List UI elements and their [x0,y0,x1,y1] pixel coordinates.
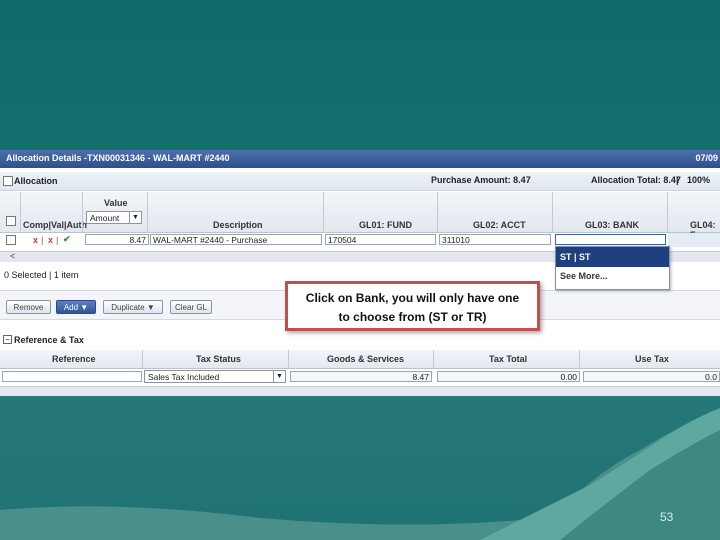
collapse-icon[interactable]: − [3,335,12,344]
bank-dropdown[interactable]: ST | ST See More... [555,246,670,290]
row-checkbox[interactable] [6,235,16,245]
col-goods-services[interactable]: Goods & Services [327,354,404,364]
use-tax-value: 0.0 [583,371,720,382]
gl03-input[interactable] [555,234,666,245]
slide-number: 53 [660,510,674,524]
window-titlebar: Allocation Details -TXN00031346 - WAL-MA… [0,150,720,168]
bank-option-st[interactable]: ST | ST [556,247,669,267]
col-gl03-bank[interactable]: GL03: BANK [585,220,639,230]
col-value[interactable]: Value [104,198,128,208]
col-description[interactable]: Description [213,220,263,230]
chevron-down-icon: ▼ [273,371,285,382]
value-type-select[interactable]: Amount ▼ [86,211,142,224]
tax-total-value: 0.00 [437,371,580,382]
scroll-left-icon[interactable]: < [10,251,15,261]
col-use-tax[interactable]: Use Tax [635,354,669,364]
col-gl02-acct[interactable]: GL02: ACCT [473,220,526,230]
reference-tax-header: Reference Tax Status Goods & Services Ta… [0,350,720,369]
window-date: 07/09 [695,153,718,163]
gl01-input[interactable]: 170504 [325,234,436,245]
gl04-cell[interactable] [668,233,720,247]
instruction-callout: Click on Bank, you will only have one to… [285,281,540,331]
chevron-down-icon: ▼ [129,212,141,223]
auth-check-icon: ✔ [63,234,71,244]
bottom-scrollbar[interactable] [0,386,720,396]
duplicate-button[interactable]: Duplicate ▼ [103,300,163,314]
reference-tax-section-bar: − Reference & Tax [0,332,720,348]
window-title: Allocation Details -TXN00031346 - WAL-MA… [6,153,230,163]
select-all-checkbox[interactable] [6,216,16,226]
allocation-collapse-checkbox[interactable] [3,176,13,186]
col-comp-val-auth: Comp|Val|Auth [23,220,88,230]
purchase-amount: Purchase Amount: 8.47 [431,175,531,185]
status-sep-1: | [41,235,44,245]
comp-status-x-icon: x [33,235,39,245]
col-tax-status[interactable]: Tax Status [196,354,241,364]
table-row: x | x | ✔ 8.47 WAL-MART #2440 - Purchase… [0,233,720,247]
goods-services-value: 8.47 [290,371,432,382]
status-sep-2: | [56,235,59,245]
total-separator: | [676,175,679,185]
allocation-section-label: Allocation [14,176,58,186]
callout-line-2: to choose from (ST or TR) [338,310,487,324]
add-button[interactable]: Add ▼ [56,300,96,314]
allocation-table-header: Comp|Val|Auth Value Amount ▼ Description… [0,192,720,240]
reference-input[interactable] [2,371,142,382]
allocation-percent: 100% [687,175,711,185]
mountain-background [0,408,720,540]
col-gl01-fund[interactable]: GL01: FUND [359,220,412,230]
allocation-details-window: Allocation Details -TXN00031346 - WAL-MA… [0,150,720,396]
col-reference[interactable]: Reference [52,354,96,364]
allocation-total: Allocation Total: 8.47 [591,175,681,185]
callout-line-1: Click on Bank, you will only have one [305,291,520,305]
value-type-selected: Amount [90,213,120,223]
selection-info: 0 Selected | 1 item [4,270,79,280]
reference-tax-label: Reference & Tax [14,335,84,345]
amount-input[interactable]: 8.47 [85,234,149,245]
reference-tax-row: Sales Tax Included ▼ 8.47 0.00 0.0 [0,370,720,384]
remove-button[interactable]: Remove [6,300,51,314]
tax-status-value: Sales Tax Included [148,372,220,382]
tax-status-select[interactable]: Sales Tax Included ▼ [144,370,286,383]
col-tax-total[interactable]: Tax Total [489,354,527,364]
val-status-x-icon: x [48,235,54,245]
allocation-section-bar: Allocation Purchase Amount: 8.47 Allocat… [0,172,720,191]
description-input[interactable]: WAL-MART #2440 - Purchase [150,234,322,245]
clear-gl-button[interactable]: Clear GL [170,300,212,314]
gl02-input[interactable]: 311010 [439,234,551,245]
see-more-link[interactable]: See More... [560,271,608,281]
